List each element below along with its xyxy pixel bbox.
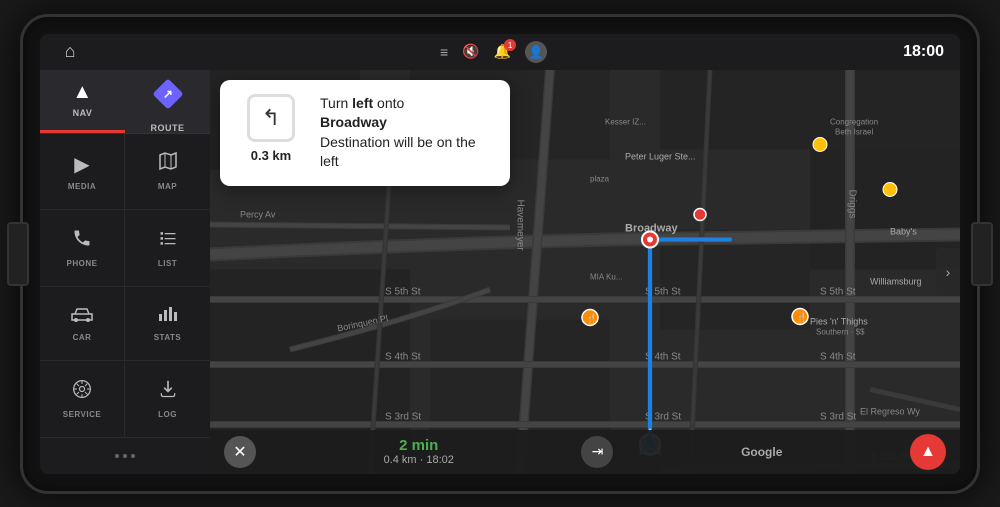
sidebar-item-map[interactable]: MAP	[125, 134, 210, 211]
nav-waypoint-button[interactable]: ⇥	[581, 436, 613, 468]
svg-text:S 4th St: S 4th St	[385, 351, 421, 362]
car-icon	[71, 305, 93, 328]
svg-text:Havemeyer: Havemeyer	[515, 199, 526, 251]
google-logo: Google	[741, 445, 782, 459]
home-button[interactable]: ⌂	[56, 38, 84, 66]
phone-icon	[72, 228, 92, 254]
nav-arrow-icon: ▲	[72, 81, 92, 104]
notification-badge: 1	[504, 39, 516, 51]
compass-icon: ▲	[920, 443, 936, 461]
instruction-line: Turn left onto Broadway Destination will…	[320, 94, 494, 172]
mute-icon[interactable]: 🔇	[462, 43, 479, 60]
map-chevron-button[interactable]: ›	[936, 248, 960, 296]
status-bar: ⌂ ≡ 🔇 🔔 1 👤 18:00	[40, 34, 960, 70]
car-label: CAR	[73, 333, 92, 342]
svg-text:S 3rd St: S 3rd St	[385, 411, 421, 422]
svg-text:Driggs: Driggs	[847, 189, 858, 218]
sidebar-item-car[interactable]: CAR	[40, 287, 125, 362]
svg-text:Southern · $$: Southern · $$	[816, 327, 865, 336]
media-icon: ▶	[74, 152, 89, 177]
bell-icon[interactable]: 🔔 1	[494, 43, 511, 60]
instruction-suffix: Destination will be on the left	[320, 134, 476, 170]
compass-button[interactable]: ▲	[910, 434, 946, 470]
svg-text:Kesser IZ...: Kesser IZ...	[605, 117, 646, 126]
list-label: LIST	[158, 259, 177, 268]
close-icon: ✕	[233, 442, 246, 462]
route-button[interactable]: ↗ ROUTE	[125, 70, 210, 133]
sidebar-item-list[interactable]: LIST	[125, 210, 210, 287]
nav-details: 0.4 km · 18:02	[384, 454, 454, 466]
svg-text:Percy Av: Percy Av	[240, 209, 276, 219]
instruction-street: Broadway	[320, 114, 387, 130]
svg-text:S 5th St: S 5th St	[385, 286, 421, 297]
map-area: S 5th St S 5th St S 5th St S 4th St S 4t…	[210, 70, 960, 474]
svg-text:Congregation: Congregation	[830, 117, 878, 126]
log-label: LOG	[158, 410, 177, 419]
sidebar: ▲ NAV ↗ ROUTE ▶ M	[40, 70, 210, 474]
svg-text:Pies 'n' Thighs: Pies 'n' Thighs	[810, 316, 868, 326]
svg-text:🍴: 🍴	[796, 311, 807, 323]
sidebar-top-nav: ▲ NAV ↗ ROUTE	[40, 70, 210, 134]
distance-text: 0.3 km	[251, 148, 291, 163]
waypoint-icon: ⇥	[592, 443, 604, 460]
svg-text:plaza: plaza	[590, 174, 610, 183]
turn-arrow-box: ↰	[247, 94, 295, 142]
map-icon	[158, 151, 178, 177]
sidebar-dots[interactable]	[40, 438, 210, 474]
log-icon	[158, 379, 178, 405]
nav-label: NAV	[73, 108, 93, 118]
nav-instruction-text: Turn left onto Broadway Destination will…	[320, 94, 494, 172]
service-label: SERVICE	[63, 410, 101, 419]
main-content: ▲ NAV ↗ ROUTE ▶ M	[40, 70, 960, 474]
svg-text:S 5th St: S 5th St	[820, 286, 856, 297]
instruction-onto: onto	[373, 95, 404, 111]
phone-label: PHONE	[67, 259, 98, 268]
stats-label: STATS	[154, 333, 182, 342]
route-diamond-icon: ↗	[152, 78, 183, 109]
dot-1	[115, 454, 119, 458]
svg-text:S 4th St: S 4th St	[820, 351, 856, 362]
map-label: MAP	[158, 182, 177, 191]
turn-arrow-icon: ↰	[262, 105, 280, 131]
instruction-direction: left	[352, 95, 373, 111]
sidebar-item-service[interactable]: SERVICE	[40, 361, 125, 438]
avatar-icon[interactable]: 👤	[525, 41, 547, 63]
sidebar-item-log[interactable]: LOG	[125, 361, 210, 438]
screen: ⌂ ≡ 🔇 🔔 1 👤 18:00 ▲ NAV	[40, 34, 960, 474]
svg-text:Williamsburg: Williamsburg	[870, 276, 922, 286]
nav-distance-section: ↰ 0.3 km	[236, 94, 306, 163]
nav-button[interactable]: ▲ NAV	[40, 70, 125, 133]
instruction-prefix: Turn	[320, 95, 352, 111]
nav-instruction-card: ↰ 0.3 km Turn left onto Broadway Destina…	[220, 80, 510, 186]
media-label: MEDIA	[68, 182, 96, 191]
dot-3	[131, 454, 135, 458]
list-icon	[158, 228, 178, 254]
svg-text:Beth Israel: Beth Israel	[835, 127, 873, 136]
menu-icon[interactable]: ≡	[440, 44, 448, 60]
time-display: 18:00	[903, 43, 944, 61]
nav-eta-info: 2 min 0.4 km · 18:02	[384, 437, 454, 466]
home-icon: ⌂	[65, 41, 76, 62]
service-icon	[72, 379, 92, 405]
svg-text:Peter Luger Ste...: Peter Luger Ste...	[625, 151, 696, 161]
svg-text:🍴: 🍴	[586, 312, 597, 324]
sidebar-item-phone[interactable]: PHONE	[40, 210, 125, 287]
sidebar-item-media[interactable]: ▶ MEDIA	[40, 134, 125, 211]
svg-text:El Regreso Wy: El Regreso Wy	[860, 406, 920, 416]
svg-text:MIA Ku...: MIA Ku...	[590, 272, 622, 281]
nav-eta: 2 min	[399, 437, 438, 454]
svg-text:S 3rd St: S 3rd St	[820, 411, 856, 422]
sidebar-grid: ▶ MEDIA MAP	[40, 134, 210, 438]
route-label: ROUTE	[151, 123, 185, 133]
dot-2	[123, 454, 127, 458]
sidebar-item-stats[interactable]: STATS	[125, 287, 210, 362]
nav-bottom-bar: ✕ 2 min 0.4 km · 18:02 ⇥ Google ▲	[210, 430, 960, 474]
svg-text:Baby's: Baby's	[890, 226, 917, 236]
nav-close-button[interactable]: ✕	[224, 436, 256, 468]
stats-icon	[158, 304, 178, 328]
device-frame: ⌂ ≡ 🔇 🔔 1 👤 18:00 ▲ NAV	[20, 14, 980, 494]
